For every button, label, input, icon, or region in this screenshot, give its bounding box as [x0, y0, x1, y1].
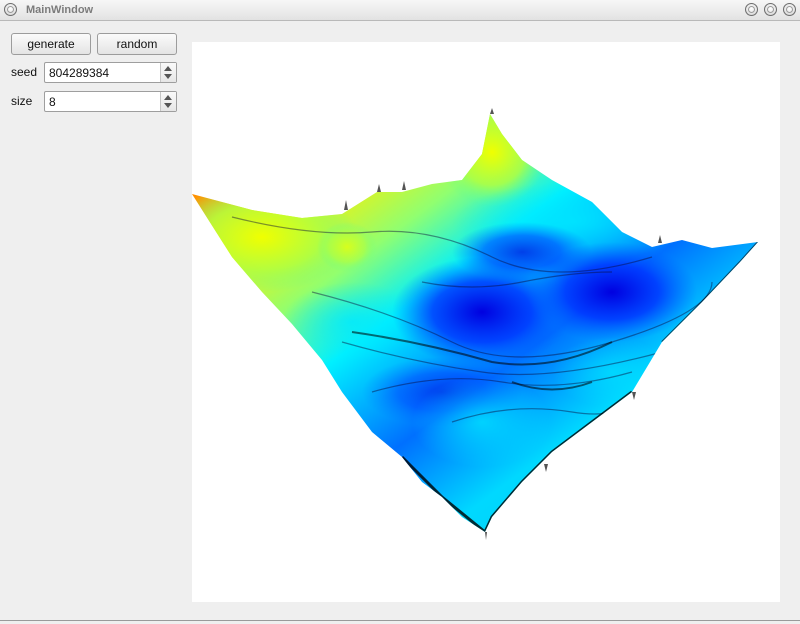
seed-up-arrow-icon[interactable] [164, 66, 172, 71]
title-bar: MainWindow [0, 0, 800, 21]
size-up-arrow-icon[interactable] [164, 95, 172, 100]
maximize-icon[interactable] [764, 3, 777, 16]
size-spinbox[interactable]: 8 [44, 91, 177, 112]
size-stepper[interactable] [160, 92, 176, 111]
size-down-arrow-icon[interactable] [164, 103, 172, 108]
seed-value[interactable]: 804289384 [49, 66, 109, 80]
seed-spinbox[interactable]: 804289384 [44, 62, 177, 83]
size-value[interactable]: 8 [49, 95, 56, 109]
window-title: MainWindow [26, 4, 94, 16]
random-button[interactable]: random [97, 33, 177, 55]
seed-down-arrow-icon[interactable] [164, 74, 172, 79]
window-menu-icon[interactable] [4, 3, 17, 16]
minimize-icon[interactable] [745, 3, 758, 16]
window-bottom-border [0, 620, 800, 621]
terrain-viewport[interactable] [192, 42, 780, 602]
size-label: size [11, 94, 33, 108]
close-icon[interactable] [783, 3, 796, 16]
seed-stepper[interactable] [160, 63, 176, 82]
generate-button[interactable]: generate [11, 33, 91, 55]
terrain-render [192, 108, 758, 540]
seed-label: seed [11, 65, 38, 79]
